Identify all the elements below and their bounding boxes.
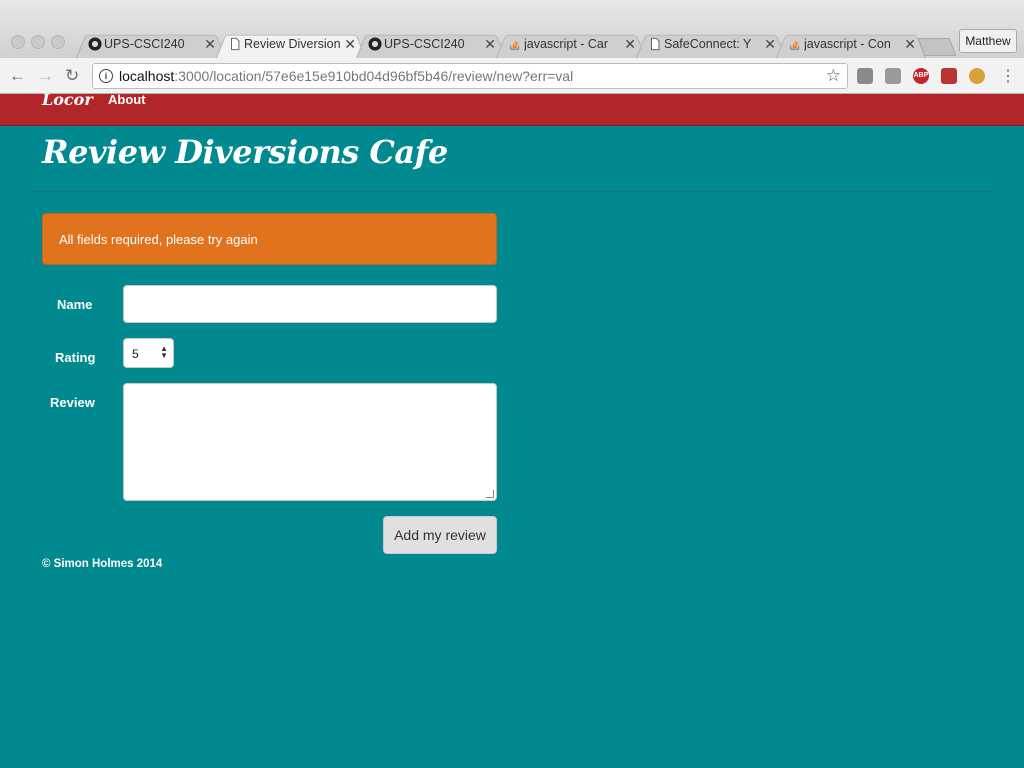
close-icon[interactable]: ✕ [204,30,216,58]
page-icon [231,37,240,51]
momentum-icon[interactable] [941,68,957,84]
profile-button[interactable]: Matthew [959,29,1017,53]
review-textarea[interactable] [123,383,497,501]
browser-tab[interactable]: SafeConnect: Y ✕ [636,30,786,58]
rating-select[interactable]: 5 ▲ ▼ [123,338,174,368]
close-icon[interactable]: ✕ [764,30,776,58]
new-tab-button[interactable] [917,38,957,56]
rating-value: 5 [132,347,139,361]
bookmark-star-icon[interactable]: ☆ [826,66,841,86]
select-arrows-icon: ▲ ▼ [160,344,168,360]
close-icon[interactable]: ✕ [624,30,636,58]
dropbox-icon[interactable] [885,68,901,84]
tab-title: SafeConnect: Y [664,37,752,51]
close-window-button[interactable] [11,35,25,49]
close-icon[interactable]: ✕ [484,30,496,58]
menu-icon[interactable]: ⋮ [1000,66,1016,86]
browser-tab[interactable]: javascript - Con ✕ [776,30,926,58]
github-icon [88,37,102,51]
url-text: localhost:3000/location/57e6e15e910bd04d… [119,68,574,84]
page-title: Review Diversions Cafe [42,133,448,171]
browser-tab[interactable]: UPS-CSCI240 ✕ [76,30,226,58]
tab-strip: UPS-CSCI240 ✕ Review Diversions Cafe ✕ U… [0,0,1024,58]
info-icon[interactable]: i [99,69,113,83]
title-divider [28,191,996,192]
tab-title: UPS-CSCI240 [384,37,465,51]
tab-title: Review Diversions Cafe [244,37,340,51]
nav-link-about[interactable]: About [108,92,146,107]
browser-tab[interactable]: UPS-CSCI240 ✕ [356,30,506,58]
github-icon [368,37,382,51]
name-label: Name [57,297,93,312]
browser-tab-active[interactable]: Review Diversions Cafe ✕ [216,30,366,58]
tab-title: javascript - Car [524,37,609,51]
close-icon[interactable]: ✕ [904,30,916,58]
forward-arrow-icon[interactable]: → [37,66,54,86]
footer-copyright: © Simon Holmes 2014 [42,558,163,570]
rating-label: Rating [55,350,96,365]
drive-icon[interactable] [857,68,873,84]
review-label: Review [50,395,95,410]
zoom-window-button[interactable] [51,35,65,49]
reload-icon[interactable]: ↻ [65,66,79,86]
abp-icon[interactable]: ABP [913,68,929,84]
add-review-button[interactable]: Add my review [383,516,497,554]
name-input[interactable] [123,285,497,323]
address-bar[interactable]: i localhost:3000/location/57e6e15e910bd0… [92,63,848,89]
stackoverflow-icon [789,40,800,50]
close-icon[interactable]: ✕ [344,30,356,58]
back-arrow-icon[interactable]: ← [9,66,26,86]
brand-logo[interactable]: Locor [42,90,93,109]
owl-icon[interactable] [969,68,985,84]
site-navbar: Locor About [0,90,1024,126]
tab-title: UPS-CSCI240 [104,37,185,51]
browser-chrome: UPS-CSCI240 ✕ Review Diversions Cafe ✕ U… [0,0,1024,94]
alert-text: All fields required, please try again [59,232,258,247]
error-alert: All fields required, please try again [42,213,497,265]
minimize-window-button[interactable] [31,35,45,49]
page-icon [651,37,660,51]
resize-handle-icon[interactable] [486,490,494,498]
tab-title: javascript - Con [804,37,891,51]
browser-tab[interactable]: javascript - Car ✕ [496,30,646,58]
stackoverflow-icon [509,40,520,50]
